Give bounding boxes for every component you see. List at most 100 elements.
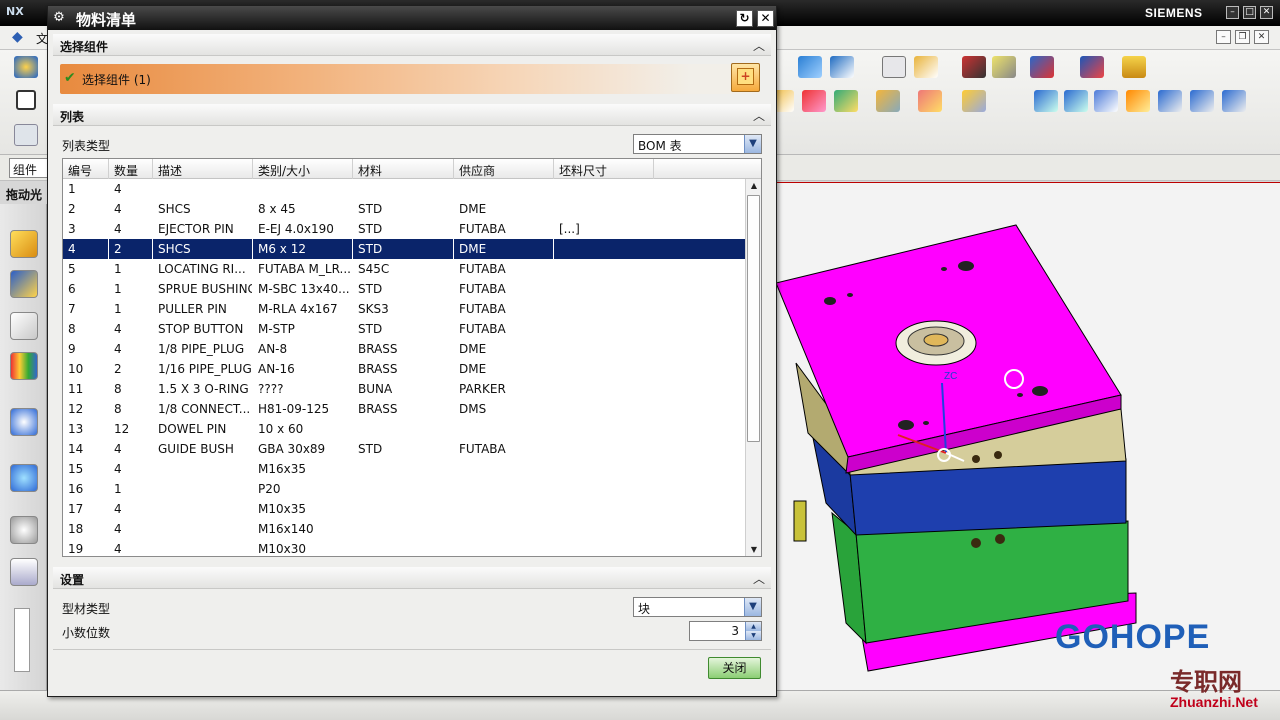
new-file-icon[interactable] [16, 90, 36, 110]
table-cell: E-EJ 4.0x190 [258, 222, 334, 236]
table-row[interactable]: 12 8 1/8 CONNECT... H81-09-125 BRASS DMS [63, 399, 745, 419]
col-header[interactable]: 坯料尺寸 [554, 159, 654, 179]
layer-icon[interactable] [882, 56, 906, 78]
minimize-icon[interactable]: – [1226, 6, 1239, 19]
move-icon[interactable] [914, 56, 938, 78]
collapse-icon[interactable]: ︿ [753, 570, 765, 587]
table-cell: SPRUE BUSHING [158, 282, 253, 296]
type-filter-combo[interactable]: 组件 [9, 158, 49, 178]
list-type-select[interactable]: BOM 表 ▼ [633, 134, 762, 154]
assembly-icon[interactable] [798, 56, 822, 78]
table-cell: 5 [68, 262, 76, 276]
table-row[interactable]: 8 4 STOP BUTTON M-STP STD FUTABA [63, 319, 745, 339]
surface-3-icon[interactable] [1094, 90, 1118, 112]
info-icon[interactable] [10, 408, 38, 436]
reuse-library-icon[interactable] [10, 352, 38, 380]
surface-6-icon[interactable] [1190, 90, 1214, 112]
table-row[interactable]: 10 2 1/16 PIPE_PLUG AN-16 BRASS DME [63, 359, 745, 379]
table-row[interactable]: 2 4 SHCS 8 x 45 STD DME [63, 199, 745, 219]
graphics-viewport[interactable]: ZC [776, 182, 1280, 690]
decimal-places-stepper[interactable]: 3 ▲ ▼ [689, 621, 762, 641]
scroll-down-icon[interactable]: ▼ [747, 543, 761, 556]
mdi-minimize-icon[interactable]: – [1216, 30, 1231, 44]
table-row[interactable]: 18 4 M16x140 [63, 519, 745, 539]
web-browser-icon[interactable] [10, 464, 38, 492]
close-icon[interactable]: ✕ [1260, 6, 1273, 19]
reset-icon[interactable]: ↻ [736, 10, 753, 27]
table-row[interactable]: 5 1 LOCATING RI... FUTABA M_LR... S45C FUTABA [63, 259, 745, 279]
table-cell [153, 539, 253, 556]
mold-tool-6-icon[interactable] [962, 90, 986, 112]
dialog-titlebar[interactable]: ⚙ 物料清单 ↻ ✕ [48, 6, 776, 30]
close-button[interactable]: 关闭 [708, 657, 761, 679]
measure-icon[interactable] [992, 56, 1016, 78]
material-type-select[interactable]: 块 ▼ [633, 597, 762, 617]
surface-5-icon[interactable] [1158, 90, 1182, 112]
table-cell [554, 499, 654, 519]
table-row[interactable]: 6 1 SPRUE BUSHING M-SBC 13x40... STD FUTABA [63, 279, 745, 299]
close-icon[interactable]: ✕ [757, 10, 774, 27]
surface-4-icon[interactable] [1126, 90, 1150, 112]
assembly-navigator-icon[interactable] [10, 230, 38, 258]
mdi-close-icon[interactable]: ✕ [1254, 30, 1269, 44]
scroll-up-icon[interactable]: ▲ [747, 179, 761, 193]
component-icon[interactable] [830, 56, 854, 78]
step-down-icon[interactable]: ▼ [745, 631, 761, 640]
distance-icon[interactable] [1080, 56, 1104, 78]
table-cell: FUTABA [459, 302, 506, 316]
section-select-header[interactable]: 选择组件 ︿ [53, 34, 771, 56]
table-cell [253, 179, 353, 199]
table-row[interactable]: 17 4 M10x35 [63, 499, 745, 519]
table-row[interactable]: 11 8 1.5 X 3 O-RING???? BUNA PARKER [63, 379, 745, 399]
table-row[interactable]: 13 12 DOWEL PIN 10 x 60 [63, 419, 745, 439]
constraint-icon[interactable] [962, 56, 986, 78]
mold-tool-4-icon[interactable] [876, 90, 900, 112]
properties-icon[interactable] [14, 124, 38, 146]
table-cell: BRASS [358, 362, 398, 376]
collapse-icon[interactable]: ︿ [753, 107, 765, 124]
chevron-down-icon[interactable]: ▼ [744, 598, 761, 616]
mold-tool-5-icon[interactable] [918, 90, 942, 112]
col-header[interactable]: 材料 [353, 159, 454, 179]
table-row[interactable]: 9 4 1/8 PIPE_PLUG AN-8 BRASS DME [63, 339, 745, 359]
col-header[interactable]: 编号 [63, 159, 109, 179]
resource-scrollbar[interactable] [14, 608, 30, 672]
section-settings-header[interactable]: 设置 ︿ [53, 567, 771, 589]
table-row[interactable]: 4 2 SHCS M6 x 12 STD DME [63, 239, 745, 259]
table-scrollbar[interactable]: ▲ ▼ [745, 179, 761, 556]
scroll-thumb[interactable] [747, 195, 760, 442]
chevron-down-icon[interactable]: ▼ [744, 135, 761, 153]
table-row[interactable]: 3 4 EJECTOR PIN E-EJ 4.0x190 STD FUTABA [...] [63, 219, 745, 239]
step-up-icon[interactable]: ▲ [745, 622, 761, 631]
play-icon[interactable] [1030, 56, 1054, 78]
constraint-navigator-icon[interactable] [10, 270, 38, 298]
table-row[interactable]: 19 4 M10x30 [63, 539, 745, 556]
surface-2-icon[interactable] [1064, 90, 1088, 112]
surface-1-icon[interactable] [1034, 90, 1058, 112]
col-header[interactable]: 数量 [109, 159, 153, 179]
part-navigator-icon[interactable] [10, 312, 38, 340]
bom-dialog: ⚙ 物料清单 ↻ ✕ 选择组件 ︿ ✔ 选择组件 (1) + 列表 ︿ 列表类型… [47, 5, 777, 697]
select-component-button[interactable]: + [731, 63, 760, 92]
table-row[interactable]: 15 4 M16x35 [63, 459, 745, 479]
col-header[interactable]: 描述 [153, 159, 253, 179]
ruler-icon[interactable] [1122, 56, 1146, 78]
select-component-row[interactable]: ✔ 选择组件 (1) [60, 64, 760, 94]
table-row[interactable]: 14 4 GUIDE BUSH GBA 30x89 STD FUTABA [63, 439, 745, 459]
table-row[interactable]: 14 [63, 179, 745, 199]
col-header[interactable]: 类别/大小 [253, 159, 353, 179]
decimal-places-value[interactable]: 3 [731, 624, 739, 638]
mold-tool-3-icon[interactable] [834, 90, 858, 112]
section-list-header[interactable]: 列表 ︿ [53, 104, 771, 126]
mold-tool-2-icon[interactable] [802, 90, 826, 112]
start-icon[interactable] [14, 56, 38, 78]
surface-7-icon[interactable] [1222, 90, 1246, 112]
col-header[interactable]: 供应商 [454, 159, 554, 179]
mdi-restore-icon[interactable]: ❐ [1235, 30, 1250, 44]
table-row[interactable]: 16 1 P20 [63, 479, 745, 499]
collapse-icon[interactable]: ︿ [753, 37, 765, 54]
maximize-icon[interactable]: □ [1243, 6, 1256, 19]
table-row[interactable]: 7 1 PULLER PIN M-RLA 4x167 SKS3 FUTABA [63, 299, 745, 319]
history-icon[interactable] [10, 516, 38, 544]
roles-icon[interactable] [10, 558, 38, 586]
